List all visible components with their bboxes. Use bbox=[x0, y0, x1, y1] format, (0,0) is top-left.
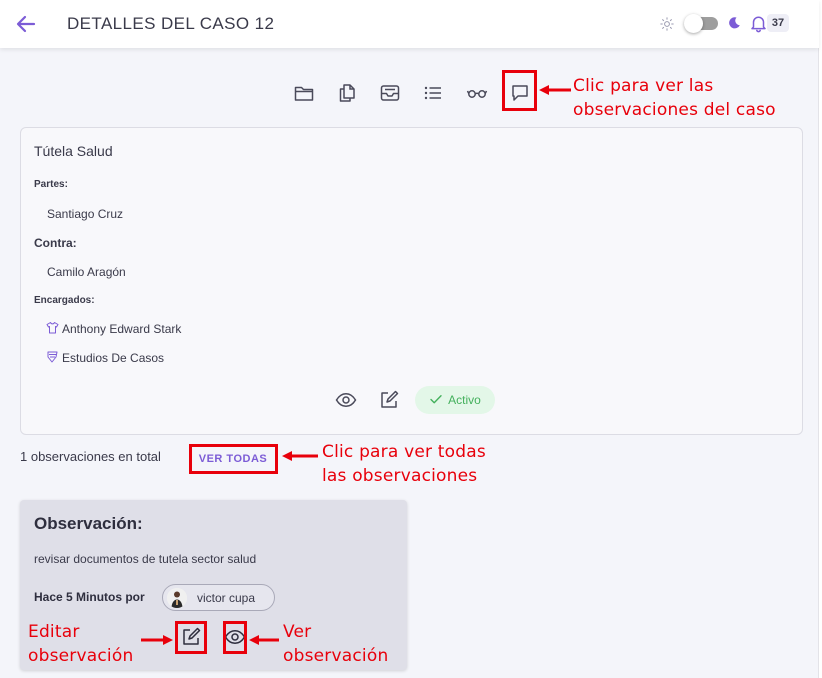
top-bar: DETALLES DEL CASO 12 37 bbox=[0, 0, 819, 48]
avatar bbox=[167, 587, 187, 608]
view-case-eye-icon[interactable] bbox=[335, 389, 357, 411]
sun-icon bbox=[660, 17, 674, 31]
arrow-right-icon bbox=[141, 635, 173, 645]
annotation-line: las observaciones bbox=[322, 466, 478, 486]
party-name: Santiago Cruz bbox=[47, 207, 124, 221]
inbox-icon[interactable] bbox=[379, 82, 401, 104]
annotation-comments: Clic para ver las observaciones del caso bbox=[573, 74, 776, 122]
annotation-line: observación bbox=[28, 646, 134, 666]
moon-icon bbox=[727, 16, 741, 30]
user-chip[interactable]: victor cupa bbox=[162, 584, 275, 611]
list-icon[interactable] bbox=[422, 82, 444, 104]
manager-name: Anthony Edward Stark bbox=[62, 322, 182, 336]
opponent-name: Camilo Aragón bbox=[47, 265, 126, 279]
against-label: Contra: bbox=[34, 236, 77, 250]
highlight-box-view bbox=[223, 621, 247, 654]
case-card: Tútela Salud Partes: Santiago Cruz Contr… bbox=[20, 127, 803, 435]
arrow-left-icon bbox=[539, 85, 571, 95]
folder-icon[interactable] bbox=[293, 82, 315, 104]
annotation-line: Editar bbox=[28, 622, 80, 642]
bell-icon[interactable] bbox=[750, 14, 767, 33]
annotation-view: Ver observación bbox=[283, 620, 388, 668]
managers-label: Encargados: bbox=[34, 295, 95, 306]
theme-toggle[interactable] bbox=[684, 14, 718, 33]
observation-title: Observación: bbox=[34, 514, 143, 533]
highlight-box-edit bbox=[175, 621, 207, 654]
highlight-box-comments bbox=[502, 70, 537, 111]
annotation-line: Clic para ver las bbox=[573, 76, 714, 96]
status-label: Activo bbox=[448, 393, 481, 407]
arrow-left-icon bbox=[249, 635, 279, 645]
manager-name: Estudios De Casos bbox=[62, 351, 165, 365]
status-badge: Activo bbox=[415, 386, 495, 414]
edit-case-icon[interactable] bbox=[378, 389, 400, 411]
annotation-line: observaciones del caso bbox=[573, 100, 776, 120]
back-arrow-icon[interactable] bbox=[14, 12, 38, 36]
annotation-line: Clic para ver todas bbox=[322, 442, 486, 462]
manager-item: Anthony Edward Stark bbox=[46, 321, 181, 337]
manager-item: Estudios De Casos bbox=[46, 350, 164, 366]
observation-text: revisar documentos de tutela sector salu… bbox=[34, 552, 257, 566]
observations-total: 1 observaciones en total bbox=[20, 449, 161, 464]
highlight-box-view-all bbox=[189, 444, 278, 474]
shield-badge-icon bbox=[46, 350, 59, 366]
annotation-line: observación bbox=[283, 646, 389, 666]
annotation-view-all: Clic para ver todas las observaciones bbox=[322, 440, 486, 488]
shirt-icon bbox=[46, 321, 59, 337]
documents-icon[interactable] bbox=[336, 82, 358, 104]
glasses-icon[interactable] bbox=[466, 82, 488, 104]
page-title: DETALLES DEL CASO 12 bbox=[67, 14, 275, 33]
notification-badge: 37 bbox=[767, 14, 789, 32]
observation-meta: Hace 5 Minutos por bbox=[34, 590, 145, 604]
case-title: Tútela Salud bbox=[34, 143, 113, 159]
check-icon bbox=[429, 392, 443, 409]
theme-toggle-knob bbox=[684, 14, 703, 33]
arrow-left-icon bbox=[282, 451, 318, 461]
annotation-edit: Editar observación bbox=[28, 620, 133, 668]
user-name: victor cupa bbox=[197, 590, 256, 605]
annotation-line: Ver bbox=[283, 622, 312, 642]
parties-label: Partes: bbox=[34, 179, 68, 190]
